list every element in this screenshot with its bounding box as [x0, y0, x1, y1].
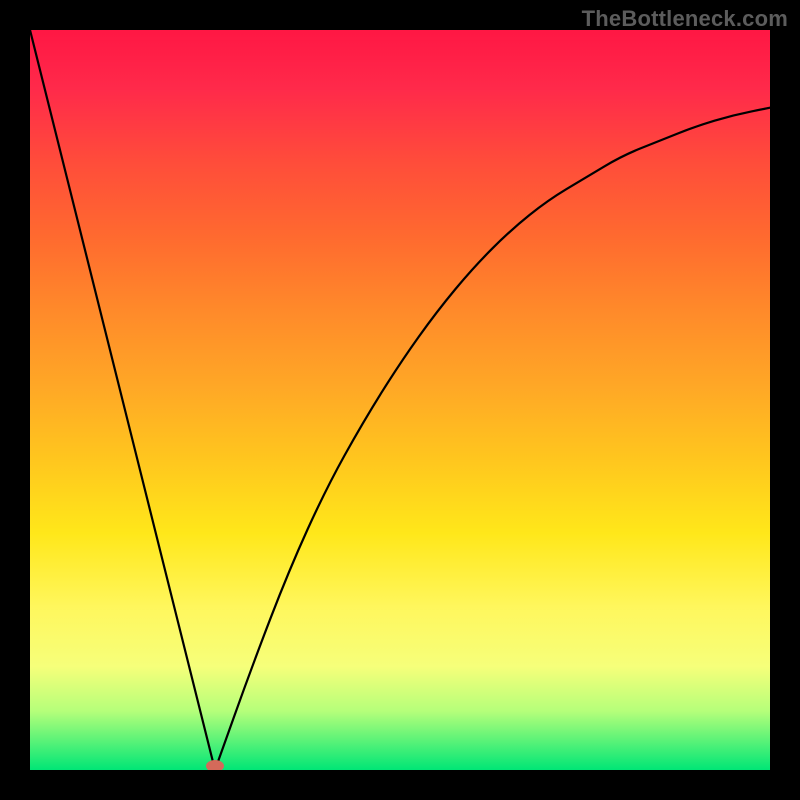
curve-left-branch [30, 30, 215, 770]
minimum-marker [206, 760, 224, 770]
chart-frame: TheBottleneck.com [0, 0, 800, 800]
curve-right-branch [215, 108, 770, 770]
watermark-text: TheBottleneck.com [582, 6, 788, 32]
plot-area [30, 30, 770, 770]
curve-svg [30, 30, 770, 770]
